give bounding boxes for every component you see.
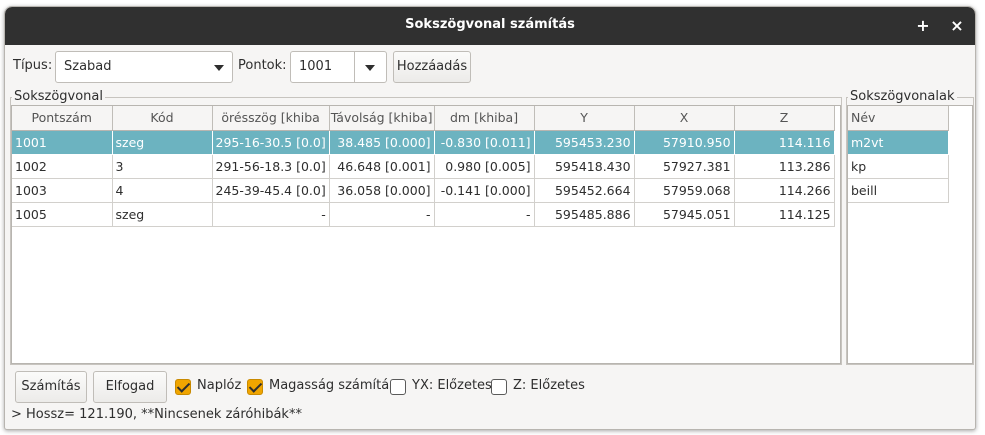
- table-cell: 57910.950: [634, 130, 735, 155]
- traverse-grid: Pontszám Kód örésszög [khiba Távolság [khib…: [12, 106, 835, 227]
- close-icon[interactable]: ×: [945, 14, 969, 38]
- status-line: > Hossz= 121.190, **Nincsenek záróhibák*…: [11, 407, 302, 422]
- table-cell: -: [434, 202, 535, 227]
- table-cell: 595453.230: [534, 130, 635, 155]
- table-cell: 0.980 [0.005]: [434, 154, 535, 179]
- table-cell: 114.116: [734, 130, 835, 155]
- column-header[interactable]: Pontszám: [12, 106, 113, 131]
- list-item[interactable]: beill: [848, 178, 949, 203]
- table-cell: 57959.068: [634, 178, 735, 203]
- table-cell: 291-56-18.3 [0.0]: [212, 154, 330, 179]
- table-cell: 46.648 [0.001]: [329, 154, 435, 179]
- z-preliminary-checkbox[interactable]: [491, 379, 507, 395]
- table-cell: 57945.051: [634, 202, 735, 227]
- table-cell: 57927.381: [634, 154, 735, 179]
- table-cell: 1003: [12, 178, 113, 203]
- type-value: Szabad: [64, 59, 112, 74]
- add-button[interactable]: Hozzáadás: [393, 51, 471, 83]
- height-calc-label: Magasság számítás: [269, 378, 396, 393]
- type-combo[interactable]: Szabad: [55, 51, 233, 83]
- table-cell: 595418.430: [534, 154, 635, 179]
- chevron-down-icon[interactable]: [365, 65, 375, 71]
- table-cell: 1001: [12, 130, 113, 155]
- table-cell: 1005: [12, 202, 113, 227]
- column-header[interactable]: X: [634, 106, 735, 131]
- points-value: 1001: [299, 59, 333, 74]
- table-cell: -0.141 [0.000]: [434, 178, 535, 203]
- type-label: Típus:: [13, 58, 53, 73]
- table-row[interactable]: 1002 3 291-56-18.3 [0.0] 46.648 [0.001] 0.98…: [12, 154, 835, 179]
- table-cell: szeg: [112, 130, 213, 155]
- table-cell: szeg: [112, 202, 213, 227]
- table-cell: 36.058 [0.000]: [329, 178, 435, 203]
- log-label: Naplóz: [197, 378, 242, 393]
- points-label: Pontok:: [238, 58, 287, 73]
- bottom-bar: Számítás Elfogad Naplóz Magasság számítá…: [5, 367, 975, 407]
- yx-preliminary-label: YX: Előzetes: [412, 378, 492, 393]
- chevron-down-icon: [214, 65, 224, 71]
- table-cell: 4: [112, 178, 213, 203]
- yx-preliminary-checkbox[interactable]: [390, 379, 406, 395]
- z-preliminary-label: Z: Előzetes: [513, 378, 585, 393]
- traverse-calculation-window: Sokszögvonal számítás + × Típus: Szabad …: [4, 6, 976, 430]
- table-cell: 595452.664: [534, 178, 635, 203]
- traverses-list[interactable]: Név m2vt kp beill: [847, 105, 973, 364]
- titlebar: Sokszögvonal számítás + ×: [5, 7, 975, 45]
- table-cell: 3: [112, 154, 213, 179]
- table-cell: -0.830 [0.011]: [434, 130, 535, 155]
- list-item-label: beill: [848, 178, 949, 203]
- table-cell: 595485.886: [534, 202, 635, 227]
- combo-separator: [354, 52, 355, 82]
- column-header[interactable]: Y: [534, 106, 635, 131]
- table-cell: 245-39-45.4 [0.0]: [212, 178, 330, 203]
- height-calc-checkbox[interactable]: [247, 379, 263, 395]
- table-row[interactable]: 1005 szeg - - -595485.886 57945.051 114.125: [12, 202, 835, 227]
- table-cell: -: [212, 202, 330, 227]
- maximize-icon[interactable]: +: [911, 14, 935, 38]
- accept-button[interactable]: Elfogad: [93, 371, 167, 403]
- table-cell: 114.125: [734, 202, 835, 227]
- column-header[interactable]: Z: [734, 106, 835, 131]
- column-header-name[interactable]: Név: [848, 106, 949, 131]
- column-header[interactable]: örésszög [khiba: [212, 106, 330, 131]
- traverses-grid: Név m2vt kp beill: [848, 106, 949, 203]
- calculate-button[interactable]: Számítás: [15, 371, 87, 403]
- table-cell: 113.286: [734, 154, 835, 179]
- traverse-group-title: Sokszögvonal: [12, 89, 106, 104]
- table-row[interactable]: 1003 4 245-39-45.4 [0.0] 36.058 [0.000] -0.1…: [12, 178, 835, 203]
- list-item-label: m2vt: [848, 130, 949, 155]
- table-cell: 38.485 [0.000]: [329, 130, 435, 155]
- list-item[interactable]: m2vt: [848, 130, 949, 155]
- table-cell: 1002: [12, 154, 113, 179]
- window-title: Sokszögvonal számítás: [405, 17, 575, 32]
- table-row[interactable]: 1001 szeg 295-16-30.5 [0.0] 38.485 [0.000] -…: [12, 130, 835, 155]
- list-item-label: kp: [848, 154, 949, 179]
- toolbar: Típus: Szabad Pontok: 1001 Hozzáadás: [5, 45, 975, 95]
- table-cell: 114.266: [734, 178, 835, 203]
- table-cell: -: [329, 202, 435, 227]
- list-item[interactable]: kp: [848, 154, 949, 179]
- traverse-table[interactable]: Pontszám Kód örésszög [khiba Távolság [khib…: [11, 105, 841, 364]
- column-header[interactable]: dm [khiba]: [434, 106, 535, 131]
- log-checkbox[interactable]: [175, 379, 191, 395]
- traverses-group-title: Sokszögvonalak: [848, 89, 957, 104]
- column-header[interactable]: Távolság [khiba]: [329, 106, 435, 131]
- points-combo[interactable]: 1001: [290, 51, 387, 83]
- table-cell: 295-16-30.5 [0.0]: [212, 130, 330, 155]
- column-header[interactable]: Kód: [112, 106, 213, 131]
